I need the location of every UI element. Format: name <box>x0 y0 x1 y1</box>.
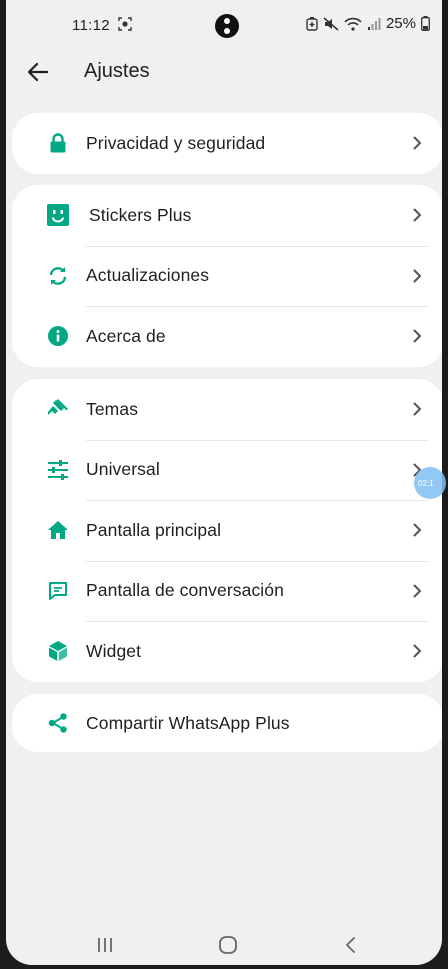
status-bar: 11:12 25% <box>6 0 442 52</box>
back-nav-button[interactable] <box>339 933 363 957</box>
signal-icon <box>367 17 381 31</box>
chevron-right-icon <box>413 208 421 222</box>
home-icon <box>46 518 70 542</box>
settings-item-widget[interactable]: Widget <box>12 621 442 682</box>
arrow-left-icon <box>28 63 48 81</box>
battery-saver-icon <box>306 16 318 31</box>
settings-item-about[interactable]: Acerca de <box>12 306 442 367</box>
refresh-icon <box>46 264 70 288</box>
chat-icon <box>46 579 70 603</box>
cube-icon <box>46 639 70 663</box>
settings-item-label: Compartir WhatsApp Plus <box>86 712 290 733</box>
settings-group-appearance: Temas Universal Pantalla principal Panta… <box>12 379 442 682</box>
floating-recorder-bubble[interactable]: 02:1 <box>414 467 446 499</box>
back-nav-icon <box>346 937 355 953</box>
settings-item-stickers[interactable]: Stickers Plus <box>12 185 442 246</box>
share-icon <box>46 711 70 735</box>
chevron-right-icon <box>413 269 421 283</box>
settings-item-label: Actualizaciones <box>86 265 210 286</box>
settings-item-label: Pantalla de conversación <box>86 580 284 601</box>
status-icons: 25% <box>306 15 430 32</box>
settings-group-share: Compartir WhatsApp Plus <box>12 694 442 752</box>
settings-item-label: Pantalla principal <box>86 519 222 540</box>
back-button[interactable] <box>22 56 54 88</box>
chevron-right-icon <box>413 644 421 658</box>
settings-item-label: Privacidad y seguridad <box>86 132 266 153</box>
recents-icon <box>98 938 112 952</box>
battery-icon <box>421 16 430 31</box>
chevron-right-icon <box>413 329 421 343</box>
recents-button[interactable] <box>93 933 117 957</box>
screen-record-icon <box>118 17 132 31</box>
front-camera-icon <box>215 14 239 38</box>
navigation-bar <box>6 925 442 965</box>
settings-group-privacy: Privacidad y seguridad <box>12 113 442 174</box>
settings-item-label: Acerca de <box>86 325 166 346</box>
battery-percent: 25% <box>385 15 416 32</box>
brush-icon <box>46 397 70 421</box>
page-title: Ajustes <box>84 60 150 82</box>
bubble-timer: 02:1 <box>418 478 434 488</box>
app-bar: Ajustes <box>6 52 442 92</box>
status-time: 11:12 <box>72 17 110 34</box>
chevron-right-icon <box>413 584 421 598</box>
home-nav-button[interactable] <box>216 933 240 957</box>
sticker-icon <box>46 203 70 227</box>
settings-item-privacy[interactable]: Privacidad y seguridad <box>12 113 442 174</box>
settings-item-label: Widget <box>86 640 142 661</box>
settings-item-universal[interactable]: Universal <box>12 439 442 501</box>
settings-item-updates[interactable]: Actualizaciones <box>12 245 442 307</box>
settings-group-general: Stickers Plus Actualizaciones Acerca de <box>12 185 442 367</box>
wifi-icon <box>344 17 362 31</box>
chevron-right-icon <box>413 523 421 537</box>
settings-item-share[interactable]: Compartir WhatsApp Plus <box>12 694 442 752</box>
mute-icon <box>323 16 339 31</box>
sliders-icon <box>46 458 70 482</box>
lock-icon <box>46 131 70 155</box>
chevron-right-icon <box>413 136 421 150</box>
settings-item-home-screen[interactable]: Pantalla principal <box>12 500 442 561</box>
settings-item-themes[interactable]: Temas <box>12 379 442 440</box>
phone-screen: 11:12 25% Ajustes Privacidad y seguridad… <box>6 0 442 965</box>
settings-item-conversation-screen[interactable]: Pantalla de conversación <box>12 560 442 622</box>
home-nav-icon <box>219 936 237 954</box>
settings-item-label: Universal <box>86 459 160 480</box>
settings-item-label: Temas <box>86 398 139 419</box>
chevron-right-icon <box>413 402 421 416</box>
info-icon <box>46 324 70 348</box>
settings-item-label: Stickers Plus <box>89 204 192 225</box>
